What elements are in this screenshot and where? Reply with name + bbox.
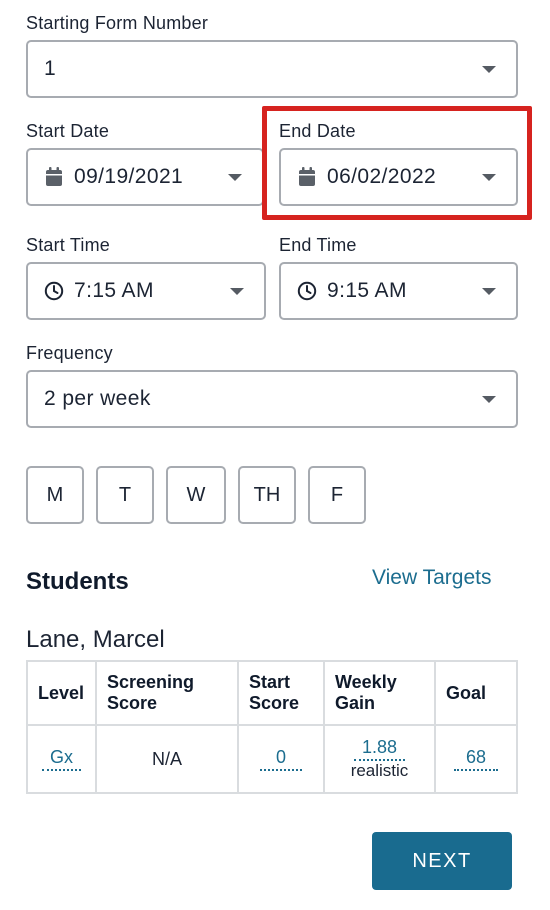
start-score-value[interactable]: 0 <box>259 747 302 771</box>
frequency-label: Frequency <box>26 343 113 363</box>
column-header-screening-score: Screening Score <box>95 660 239 726</box>
frequency-value: 2 per week <box>44 387 151 410</box>
column-header-level: Level <box>26 660 97 726</box>
column-header-goal: Goal <box>434 660 518 726</box>
starting-form-number-label: Starting Form Number <box>26 13 209 33</box>
chevron-down-icon <box>482 396 496 403</box>
next-button[interactable]: NEXT <box>372 832 512 890</box>
end-time-value: 9:15 AM <box>327 279 407 302</box>
end-date-value: 06/02/2022 <box>327 165 437 188</box>
chevron-down-icon <box>482 288 496 295</box>
students-heading: Students <box>26 568 129 595</box>
start-time-label: Start Time <box>26 235 111 255</box>
calendar-icon <box>297 167 317 187</box>
day-button-monday[interactable]: M <box>26 466 84 524</box>
chevron-down-icon <box>230 288 244 295</box>
day-button-thursday[interactable]: TH <box>238 466 296 524</box>
view-targets-link[interactable]: View Targets <box>372 566 491 590</box>
column-header-weekly-gain: Weekly Gain <box>323 660 436 726</box>
goal-value[interactable]: 68 <box>453 747 499 771</box>
student-targets-table: Level Screening Score Start Score Weekly… <box>26 660 518 794</box>
end-date-picker[interactable]: 06/02/2022 <box>279 148 518 206</box>
clock-icon <box>44 281 64 301</box>
end-time-label: End Time <box>279 235 357 255</box>
start-date-label: Start Date <box>26 121 110 141</box>
chevron-down-icon <box>482 174 496 181</box>
weekly-gain-value[interactable]: 1.88 <box>353 737 406 761</box>
end-date-label: End Date <box>279 121 356 141</box>
weekly-gain-note: realistic <box>350 761 409 780</box>
calendar-icon <box>44 167 64 187</box>
level-value[interactable]: Gx <box>41 747 81 771</box>
screening-score-value: N/A <box>151 748 182 769</box>
starting-form-number-select[interactable]: 1 <box>26 40 518 98</box>
student-name: Lane, Marcel <box>26 626 165 653</box>
goal-cell: 68 <box>434 724 518 794</box>
column-header-start-score: Start Score <box>237 660 325 726</box>
end-time-picker[interactable]: 9:15 AM <box>279 262 518 320</box>
chevron-down-icon <box>482 66 496 73</box>
start-time-value: 7:15 AM <box>74 279 154 302</box>
table-row: Gx N/A 0 1.88 realistic 68 <box>26 724 518 794</box>
start-time-picker[interactable]: 7:15 AM <box>26 262 266 320</box>
table-header-row: Level Screening Score Start Score Weekly… <box>26 660 518 726</box>
start-score-cell: 0 <box>237 724 325 794</box>
starting-form-number-value: 1 <box>44 57 57 80</box>
day-button-tuesday[interactable]: T <box>96 466 154 524</box>
weekly-gain-cell: 1.88 realistic <box>323 724 436 794</box>
day-button-friday[interactable]: F <box>308 466 366 524</box>
clock-icon <box>297 281 317 301</box>
screening-score-cell: N/A <box>95 724 239 794</box>
chevron-down-icon <box>228 174 242 181</box>
level-cell: Gx <box>26 724 97 794</box>
frequency-select[interactable]: 2 per week <box>26 370 518 428</box>
day-button-wednesday[interactable]: W <box>166 466 226 524</box>
start-date-value: 09/19/2021 <box>74 165 184 188</box>
start-date-picker[interactable]: 09/19/2021 <box>26 148 264 206</box>
